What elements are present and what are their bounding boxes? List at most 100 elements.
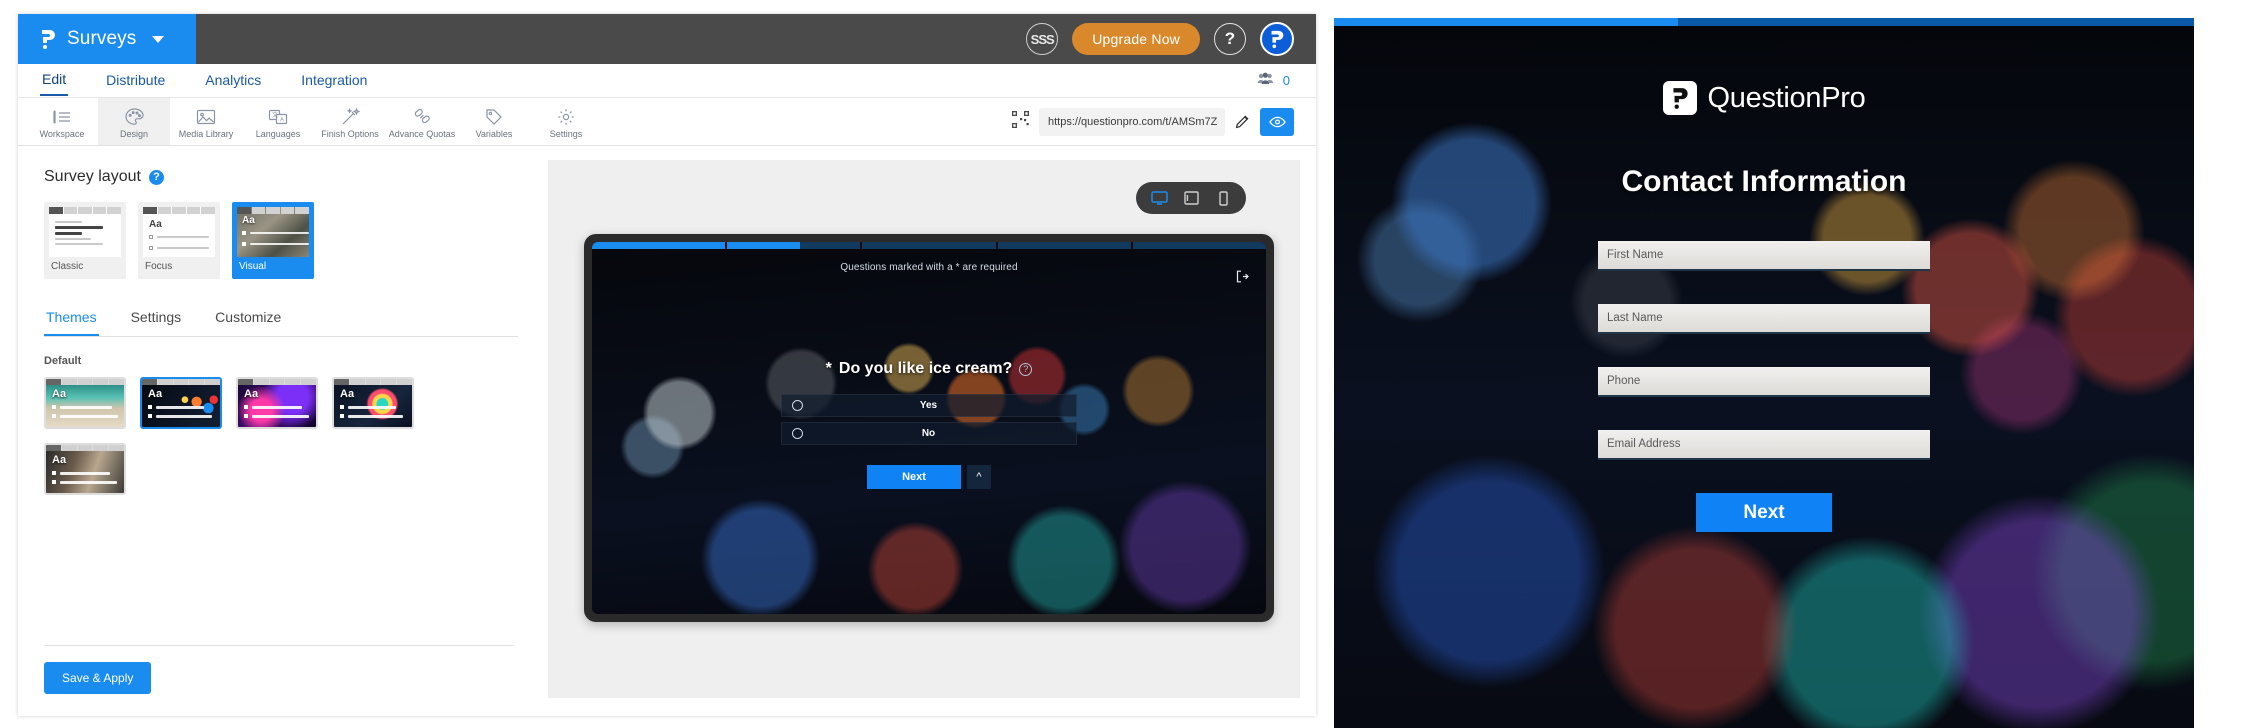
- toolbar-label-workspace: Workspace: [39, 129, 85, 139]
- design-sidebar: Survey layout ? Classic Aa Focus Aa Visu…: [18, 146, 548, 716]
- toolbar-item-advance-quotas[interactable]: Advance Quotas: [386, 98, 458, 145]
- option-label: Yes: [919, 400, 938, 411]
- exit-icon[interactable]: [1236, 270, 1249, 288]
- preview-next-button[interactable]: Next: [867, 465, 961, 489]
- screen-root: Surveys SSS Upgrade Now ? Edit Distribut…: [0, 0, 2268, 728]
- phone-field[interactable]: Phone: [1598, 367, 1930, 397]
- survey-layout-header: Survey layout ?: [44, 168, 518, 186]
- toolbar-right-actions: https://questionpro.com/t/AMSm7Z: [1012, 98, 1316, 145]
- preview-question-title: * Do you like ice cream? ?: [592, 360, 1266, 378]
- nav-tab-analytics[interactable]: Analytics: [203, 66, 263, 95]
- live-logo: QuestionPro: [1334, 81, 2194, 115]
- monitor-icon[interactable]: [1146, 186, 1172, 210]
- radio-icon: [792, 428, 803, 439]
- nav-tab-integration[interactable]: Integration: [299, 66, 369, 95]
- theme-aa-label: Aa: [52, 388, 67, 400]
- sss-badge[interactable]: SSS: [1026, 23, 1059, 55]
- survey-url-input[interactable]: https://questionpro.com/t/AMSm7Z: [1039, 107, 1225, 136]
- preview-option-no[interactable]: No: [781, 422, 1077, 445]
- theme-card-room[interactable]: Aa: [44, 443, 126, 495]
- layout-card-focus[interactable]: Aa Focus: [138, 202, 220, 279]
- upgrade-now-button[interactable]: Upgrade Now: [1072, 23, 1200, 55]
- tag-icon: [485, 107, 503, 127]
- theme-card-neon[interactable]: Aa: [236, 377, 318, 429]
- brand-menu-button[interactable]: Surveys: [18, 14, 196, 64]
- live-next-button[interactable]: Next: [1696, 493, 1832, 532]
- save-and-apply-button[interactable]: Save & Apply: [44, 662, 152, 694]
- live-contact-form: First Name Last Name Phone Email Address…: [1598, 241, 1930, 532]
- live-survey-panel: QuestionPro Contact Information First Na…: [1334, 0, 2268, 728]
- theme-grid: Aa Aa Aa Aa Aa: [44, 377, 454, 495]
- preview-progress-bar: [592, 242, 1266, 249]
- avatar[interactable]: [1260, 22, 1294, 56]
- theme-card-bokeh[interactable]: Aa: [140, 377, 222, 429]
- preview-eye-icon[interactable]: [1260, 107, 1294, 136]
- layout-name-focus: Focus: [140, 257, 218, 277]
- live-heading: Contact Information: [1621, 165, 1907, 198]
- save-footer: Save & Apply: [44, 645, 514, 694]
- preview-option-yes[interactable]: Yes: [781, 394, 1077, 417]
- toolbar-label-design: Design: [119, 129, 148, 139]
- toolbar-item-languages[interactable]: 文A Languages: [242, 98, 314, 145]
- option-label: No: [921, 428, 936, 439]
- survey-editor-window: Surveys SSS Upgrade Now ? Edit Distribut…: [0, 0, 1334, 728]
- tab-settings[interactable]: Settings: [129, 305, 184, 336]
- editor-toolbar: Workspace Design Media Library 文A Langua…: [18, 98, 1316, 146]
- theme-section-label: Default: [44, 355, 82, 367]
- survey-preview-pane: Questions marked with a * are required *…: [548, 160, 1300, 698]
- image-icon: [196, 107, 216, 127]
- toolbar-item-workspace[interactable]: Workspace: [26, 98, 98, 145]
- theme-aa-label: Aa: [52, 454, 67, 466]
- tab-customize[interactable]: Customize: [213, 305, 283, 336]
- theme-overlay: Aa: [46, 451, 124, 493]
- toolbar-label-finish-options: Finish Options: [321, 129, 379, 139]
- main-nav-tabs: Edit Distribute Analytics Integration 0: [18, 64, 1316, 98]
- required-marker: *: [825, 360, 832, 377]
- theme-card-beach[interactable]: Aa: [44, 377, 126, 429]
- help-icon[interactable]: ?: [1214, 23, 1246, 55]
- radio-icon: [792, 400, 803, 411]
- nav-right-actions: 0: [1257, 72, 1316, 90]
- gear-icon: [557, 107, 575, 127]
- required-note: Questions marked with a * are required: [840, 262, 1018, 273]
- live-logo-text: QuestionPro: [1707, 81, 1866, 114]
- preview-question-area: * Do you like ice cream? ? Yes No Next ^: [592, 360, 1266, 489]
- live-progress-bar: [1334, 18, 2194, 26]
- question-mark-icon[interactable]: ?: [148, 169, 164, 185]
- pencil-icon[interactable]: [1235, 114, 1250, 129]
- tablet-icon[interactable]: [1178, 186, 1204, 210]
- question-text: Do you like ice cream?: [838, 360, 1013, 377]
- toolbar-item-finish-options[interactable]: Finish Options: [314, 98, 386, 145]
- phone-icon[interactable]: [1210, 186, 1236, 210]
- people-count: 0: [1282, 73, 1290, 88]
- layout-name-visual: Visual: [234, 257, 312, 277]
- theme-aa-label: Aa: [340, 388, 355, 400]
- layout-thumb-visual: Aa: [237, 207, 309, 257]
- qr-code-icon[interactable]: [1012, 110, 1029, 133]
- tab-themes[interactable]: Themes: [44, 305, 99, 336]
- email-address-field[interactable]: Email Address: [1598, 430, 1930, 460]
- first-name-field[interactable]: First Name: [1598, 241, 1930, 271]
- theme-card-spectrum[interactable]: Aa: [332, 377, 414, 429]
- survey-editor-frame: Surveys SSS Upgrade Now ? Edit Distribut…: [18, 14, 1316, 716]
- layout-card-classic[interactable]: Classic: [44, 202, 126, 279]
- toolbar-item-design[interactable]: Design: [98, 98, 170, 145]
- toolbar-item-media-library[interactable]: Media Library: [170, 98, 242, 145]
- layout-card-visual[interactable]: Aa Visual: [232, 202, 314, 279]
- app-topbar: Surveys SSS Upgrade Now ?: [18, 14, 1316, 64]
- palette-icon: [124, 107, 144, 127]
- nav-tab-edit[interactable]: Edit: [40, 65, 69, 96]
- theme-aa-label: Aa: [148, 388, 163, 400]
- toolbar-item-settings[interactable]: Settings: [530, 98, 602, 145]
- toolbar-label-media-library: Media Library: [178, 129, 234, 139]
- page-title: Survey layout: [44, 168, 141, 185]
- preview-option-list: Yes No: [781, 394, 1077, 445]
- translate-icon: 文A: [268, 107, 288, 127]
- question-help-icon[interactable]: ?: [1019, 362, 1033, 376]
- nav-tab-distribute[interactable]: Distribute: [104, 66, 167, 95]
- toolbar-item-variables[interactable]: Variables: [458, 98, 530, 145]
- layout-thumb-focus: Aa: [143, 207, 215, 257]
- last-name-field[interactable]: Last Name: [1598, 304, 1930, 334]
- topbar-actions: SSS Upgrade Now ?: [1026, 22, 1316, 56]
- chevron-up-icon[interactable]: ^: [967, 465, 991, 489]
